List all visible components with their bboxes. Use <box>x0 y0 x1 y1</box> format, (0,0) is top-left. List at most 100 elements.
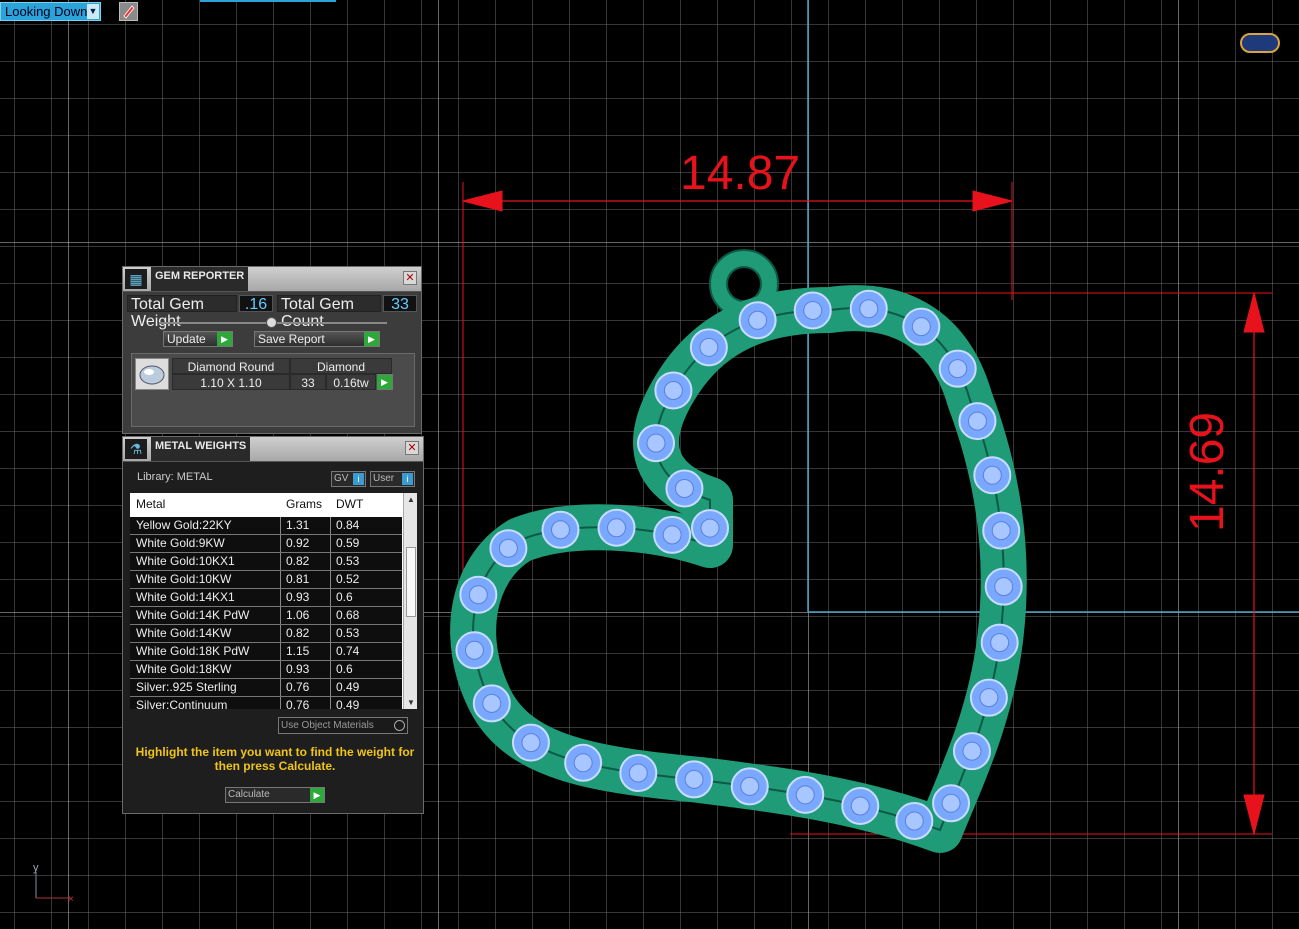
total-gem-weight-label: Total Gem Weight <box>127 295 237 330</box>
table-row[interactable]: White Gold:10KW 0.81 0.52 <box>130 571 402 589</box>
table-header: Metal Grams DWT <box>130 493 402 515</box>
update-button[interactable]: Update ▶ <box>163 331 233 347</box>
metal-dwt: 0.6 <box>336 590 353 604</box>
play-icon: ▶ <box>310 788 324 802</box>
metal-dwt: 0.49 <box>336 680 360 694</box>
gem-count[interactable]: 33 <box>290 374 326 390</box>
column-header-metal[interactable]: Metal <box>136 497 165 511</box>
diamond-table <box>990 633 1010 653</box>
metal-name: White Gold:14KW <box>136 626 232 640</box>
table-row[interactable]: White Gold:18K PdW 1.15 0.74 <box>130 643 402 661</box>
gem-reporter-panel: ▦ GEM REPORTER ✕ Total Gem Weight .16 To… <box>122 266 422 434</box>
metal-name: White Gold:9KW <box>136 536 225 550</box>
cursor-icon <box>123 5 135 19</box>
view-cube-icon[interactable] <box>1240 33 1280 53</box>
use-object-materials-label: Use Object Materials <box>281 720 374 731</box>
diamond-table <box>748 310 768 330</box>
table-row[interactable]: Yellow Gold:22KY 1.31 0.84 <box>130 517 402 535</box>
diamond-table <box>982 465 1002 485</box>
table-row[interactable]: White Gold:18KW 0.93 0.6 <box>130 661 402 679</box>
metal-name: White Gold:18K PdW <box>136 644 250 658</box>
metal-rows: Yellow Gold:22KY 1.31 0.84 White Gold:9KW 0.… <box>130 517 402 709</box>
metal-grams: 0.76 <box>286 698 310 709</box>
gem-weight[interactable]: 0.16tw <box>326 374 376 390</box>
play-icon: ▶ <box>364 332 379 346</box>
diamond-table <box>468 585 488 605</box>
pick-tool-button[interactable] <box>119 2 138 21</box>
dimension-height <box>790 292 1272 835</box>
table-row[interactable]: White Gold:14KX1 0.93 0.6 <box>130 589 402 607</box>
metal-weights-title: METAL WEIGHTS <box>151 437 251 461</box>
metal-dwt: 0.49 <box>336 698 360 709</box>
diamond-table <box>979 688 999 708</box>
metal-weights-table[interactable]: Metal Grams DWT Yellow Gold:22KY 1.31 0.84… <box>130 493 417 709</box>
metal-name: Silver:.925 Sterling <box>136 680 237 694</box>
metal-dwt: 0.52 <box>336 572 360 586</box>
diamond-table <box>551 520 571 540</box>
metal-dwt: 0.84 <box>336 518 360 532</box>
table-row[interactable]: White Gold:14KW 0.82 0.53 <box>130 625 402 643</box>
play-icon: ▶ <box>377 375 392 389</box>
metal-name: White Gold:10KW <box>136 572 232 586</box>
metal-grams: 0.81 <box>286 572 310 586</box>
user-toggle[interactable]: User i <box>370 471 415 487</box>
metal-dwt: 0.59 <box>336 536 360 550</box>
diamond-table <box>911 317 931 337</box>
metal-grams: 1.06 <box>286 608 310 622</box>
gem-reporter-header[interactable]: ▦ GEM REPORTER ✕ <box>123 267 421 292</box>
close-icon[interactable]: ✕ <box>403 271 417 285</box>
metal-weights-header[interactable]: ⚗ METAL WEIGHTS ✕ <box>123 437 423 462</box>
diamond-table <box>700 518 720 538</box>
metal-dwt: 0.6 <box>336 662 353 676</box>
diamond-table <box>740 776 760 796</box>
diamond-table <box>904 811 924 831</box>
play-icon: ▶ <box>217 332 232 346</box>
table-scrollbar[interactable]: ▲ ▼ <box>403 493 417 709</box>
gem-material[interactable]: Diamond <box>290 358 392 374</box>
metal-dwt: 0.74 <box>336 644 360 658</box>
table-row[interactable]: White Gold:14K PdW 1.06 0.68 <box>130 607 402 625</box>
diamond-table <box>573 753 593 773</box>
table-row[interactable]: White Gold:9KW 0.92 0.59 <box>130 535 402 553</box>
dimension-height-label: 14.69 <box>1181 411 1234 532</box>
diamond-table <box>941 793 961 813</box>
collapse-toggle[interactable] <box>266 317 277 328</box>
total-gem-count-value: 33 <box>383 295 417 313</box>
diamond-table <box>850 796 870 816</box>
save-report-button-label: Save Report <box>258 332 325 346</box>
table-row[interactable]: White Gold:10KX1 0.82 0.53 <box>130 553 402 571</box>
gem-shape[interactable]: Diamond Round <box>172 358 290 374</box>
diamond-table <box>482 693 502 713</box>
chevron-down-icon[interactable]: ▼ <box>87 4 99 19</box>
diamond-table <box>967 411 987 431</box>
library-label: Library: METAL <box>137 471 213 483</box>
view-mode-dropdown[interactable]: Looking Down ▼ <box>0 2 101 21</box>
dimension-width-label: 14.87 <box>680 147 801 200</box>
metal-name: Yellow Gold:22KY <box>136 518 232 532</box>
calculate-button[interactable]: Calculate ▶ <box>225 787 325 803</box>
metal-name: Silver:Continuum <box>136 698 228 709</box>
close-icon[interactable]: ✕ <box>405 441 419 455</box>
total-gem-weight-value: .16 <box>239 295 273 313</box>
scroll-thumb[interactable] <box>406 547 416 617</box>
metal-grams: 0.92 <box>286 536 310 550</box>
metal-dwt: 0.68 <box>336 608 360 622</box>
gem-detail-button[interactable]: ▶ <box>377 374 393 390</box>
diamond-table <box>662 525 682 545</box>
diamond-table <box>795 785 815 805</box>
diamond-round-thumbnail[interactable] <box>135 358 169 390</box>
metal-grams: 0.82 <box>286 626 310 640</box>
diamond-table <box>646 433 666 453</box>
column-header-grams[interactable]: Grams <box>286 497 322 511</box>
table-row[interactable]: Silver:.925 Sterling 0.76 0.49 <box>130 679 402 697</box>
save-report-button[interactable]: Save Report ▶ <box>254 331 380 347</box>
column-header-dwt[interactable]: DWT <box>336 497 363 511</box>
table-row[interactable]: Silver:Continuum 0.76 0.49 <box>130 697 402 709</box>
scroll-up-icon[interactable]: ▲ <box>407 495 415 504</box>
gem-size[interactable]: 1.10 X 1.10 <box>172 374 290 390</box>
metal-name: White Gold:14KX1 <box>136 590 235 604</box>
calculate-button-label: Calculate <box>228 789 270 800</box>
gv-toggle[interactable]: GV i <box>331 471 366 487</box>
scroll-down-icon[interactable]: ▼ <box>407 698 415 707</box>
use-object-materials-toggle[interactable]: Use Object Materials <box>278 717 408 734</box>
